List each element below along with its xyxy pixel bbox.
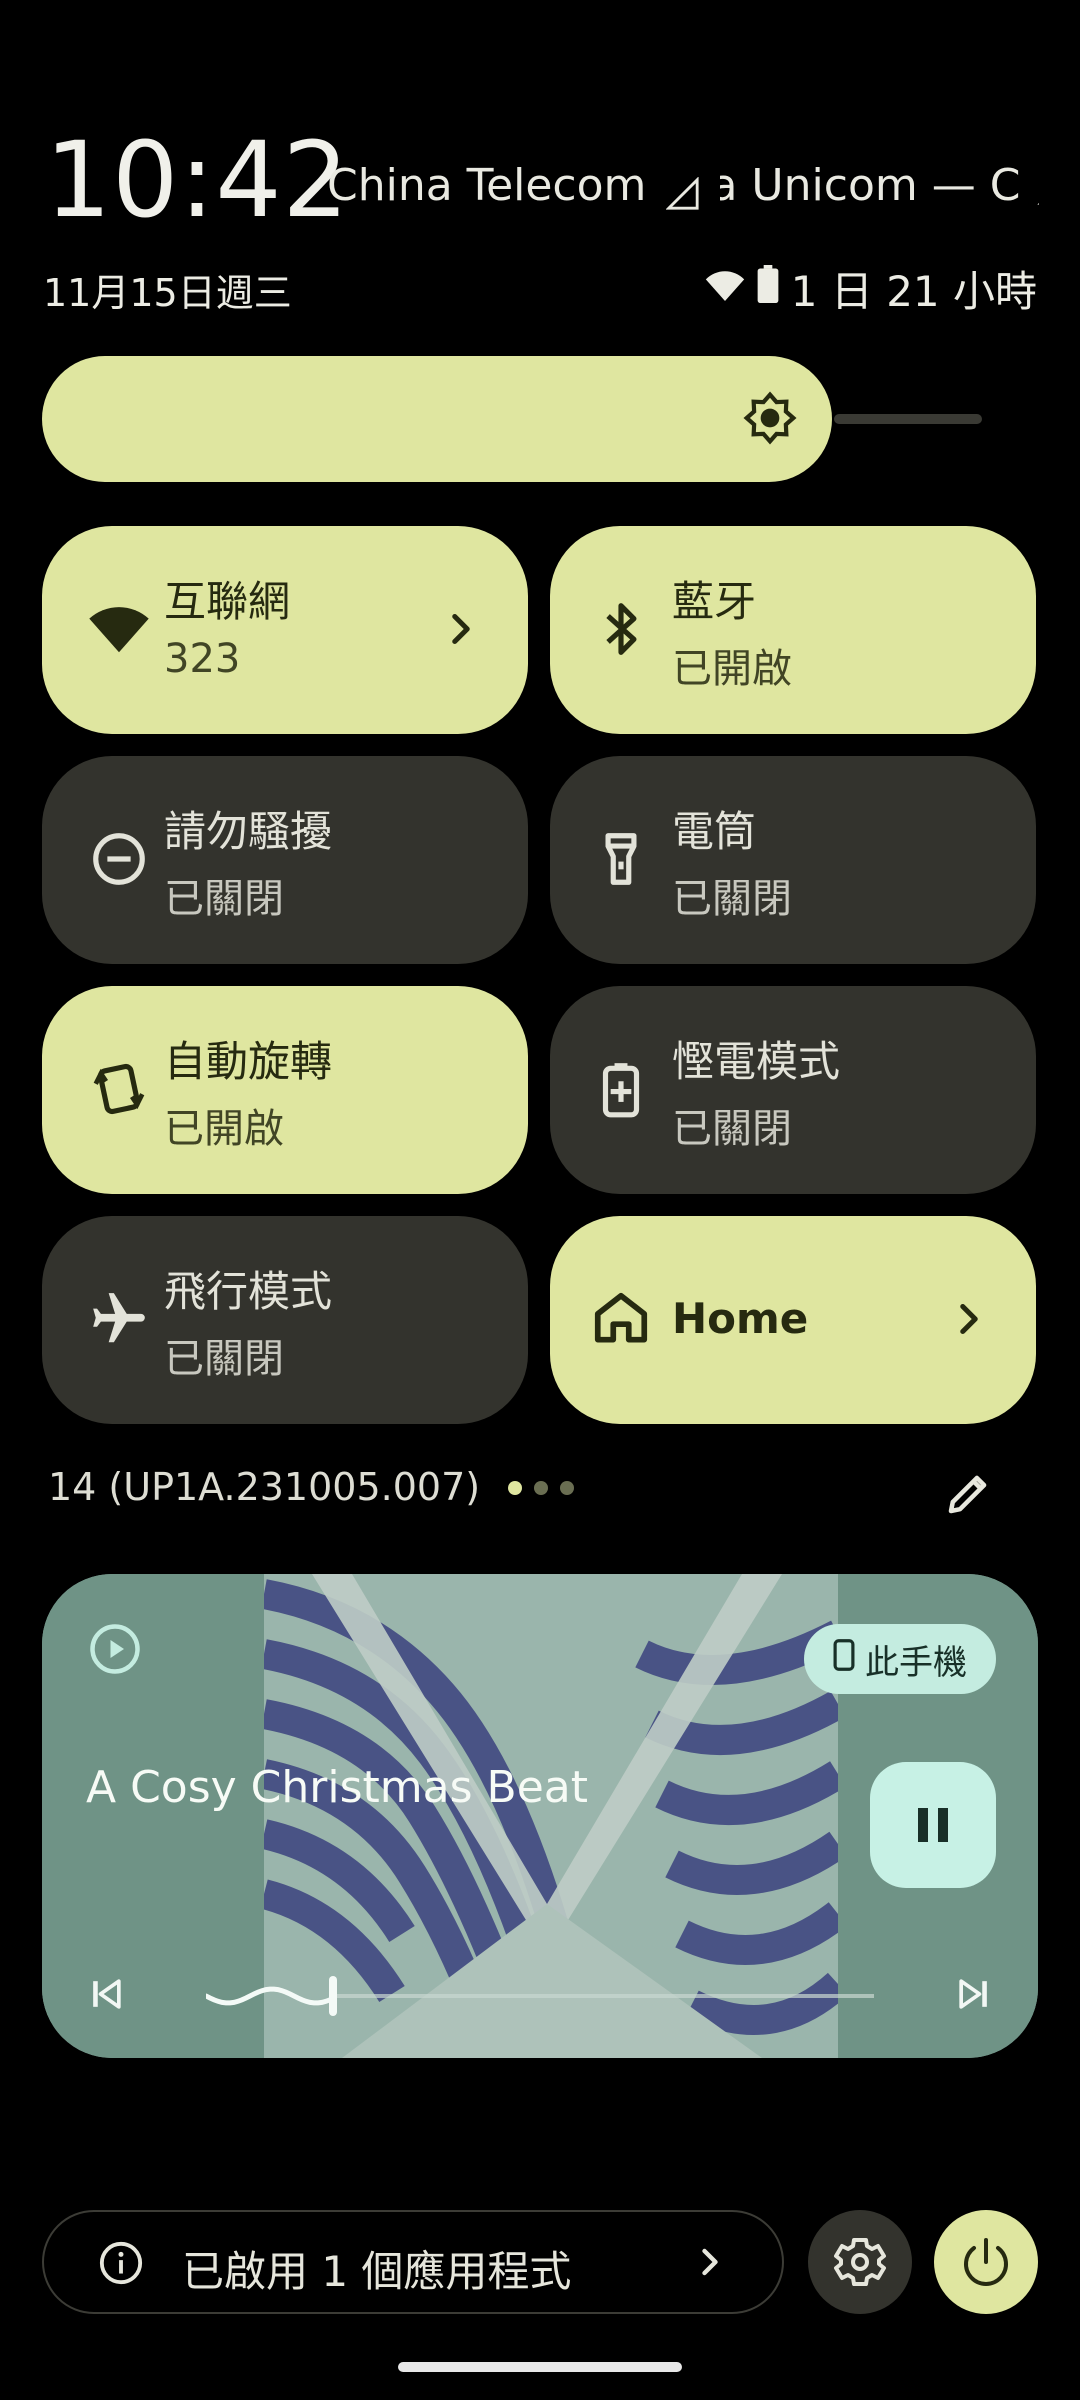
- tile-title: 飛行模式: [164, 1267, 333, 1316]
- seek-bar[interactable]: [203, 1972, 874, 2020]
- brightness-icon: [742, 390, 798, 446]
- tile-subtitle: 已關閉: [672, 876, 792, 922]
- tile-flashlight[interactable]: 電筒 已關閉: [550, 756, 1036, 964]
- tile-subtitle: 已關閉: [164, 876, 284, 922]
- wifi-icon: [88, 598, 150, 660]
- tile-home[interactable]: Home: [550, 1216, 1036, 1424]
- signal-icon-2: R: [1034, 168, 1039, 208]
- brightness-rail[interactable]: [834, 414, 982, 424]
- do-not-disturb-icon: [88, 828, 150, 890]
- tile-do-not-disturb[interactable]: 請勿騷擾 已關閉: [42, 756, 528, 964]
- wifi-icon: [705, 264, 745, 313]
- tile-bluetooth[interactable]: 藍牙 已開啟: [550, 526, 1036, 734]
- previous-track-button[interactable]: [84, 1972, 128, 2016]
- media-title: A Cosy Christmas Beat: [86, 1762, 588, 1813]
- tile-subtitle: 323: [164, 636, 241, 682]
- brightness-slider[interactable]: [42, 356, 832, 482]
- tile-title: Home: [672, 1294, 809, 1343]
- tile-title: 慳電模式: [672, 1037, 841, 1086]
- tile-subtitle: 已關閉: [164, 1336, 284, 1382]
- airplane-icon: [88, 1288, 150, 1350]
- tile-title: 自動旋轉: [164, 1037, 333, 1086]
- media-app-icon: [88, 1622, 142, 1676]
- battery-remaining: 1 日 21 小時: [790, 267, 1037, 316]
- tile-auto-rotate[interactable]: 自動旋轉 已開啟: [42, 986, 528, 1194]
- bluetooth-icon: [590, 598, 652, 660]
- tile-title: 藍牙: [672, 577, 757, 626]
- output-device-label: 此手機: [865, 1642, 967, 1683]
- carrier-2-label: China Unicom — C: [720, 160, 1021, 211]
- pause-button[interactable]: [870, 1762, 996, 1888]
- seek-progress-wave: [203, 1986, 333, 2006]
- tile-subtitle: 已關閉: [672, 1106, 792, 1152]
- battery-saver-icon: [590, 1058, 652, 1120]
- seek-thumb[interactable]: [329, 1976, 337, 2016]
- tile-title: 電筒: [672, 807, 757, 856]
- build-number[interactable]: 14 (UP1A.231005.007): [48, 1465, 480, 1509]
- pause-icon: [918, 1808, 948, 1842]
- gesture-navigation-handle[interactable]: [398, 2362, 682, 2372]
- output-device-chip[interactable]: 此手機: [804, 1624, 996, 1694]
- phone-icon: [833, 1638, 855, 1680]
- edit-pencil-icon[interactable]: [942, 1466, 996, 1520]
- auto-rotate-icon: [88, 1058, 150, 1120]
- status-icons: 1 日 21 小時: [705, 258, 1037, 319]
- chevron-right-icon: [688, 2240, 732, 2284]
- info-icon: [98, 2240, 144, 2286]
- date-label[interactable]: 11月15日週三: [43, 262, 292, 317]
- skip-previous-icon: [93, 1979, 121, 2009]
- battery-icon: [757, 264, 779, 313]
- power-button[interactable]: [934, 2210, 1038, 2314]
- tile-title: 請勿騷擾: [164, 807, 333, 856]
- home-icon: [590, 1288, 652, 1350]
- flashlight-icon: [590, 828, 652, 890]
- page-dot-active: [508, 1481, 522, 1495]
- carrier-1-label: China Telecom: [327, 160, 647, 211]
- active-apps-label: 已啟用 1 個應用程式: [182, 2247, 572, 2296]
- power-icon: [964, 2238, 1008, 2286]
- tile-airplane-mode[interactable]: 飛行模式 已關閉: [42, 1216, 528, 1424]
- chevron-right-icon: [436, 604, 486, 654]
- tile-subtitle: 已開啟: [672, 646, 792, 692]
- page-indicator: [508, 1481, 574, 1495]
- clock[interactable]: 10:42: [45, 128, 350, 232]
- carrier-info: China Telecom China Unicom — C R: [327, 160, 1039, 220]
- tile-battery-saver[interactable]: 慳電模式 已關閉: [550, 986, 1036, 1194]
- tile-subtitle: 已開啟: [164, 1106, 284, 1152]
- gear-icon: [834, 2238, 886, 2286]
- page-dot: [560, 1481, 574, 1495]
- tile-title: 互聯網: [164, 577, 291, 626]
- signal-icon-1: [665, 171, 700, 210]
- chevron-right-icon: [944, 1294, 994, 1344]
- page-dot: [534, 1481, 548, 1495]
- tile-internet[interactable]: 互聯網 323: [42, 526, 528, 734]
- next-track-button[interactable]: [952, 1972, 996, 2016]
- settings-button[interactable]: [808, 2210, 912, 2314]
- skip-next-icon: [959, 1979, 987, 2009]
